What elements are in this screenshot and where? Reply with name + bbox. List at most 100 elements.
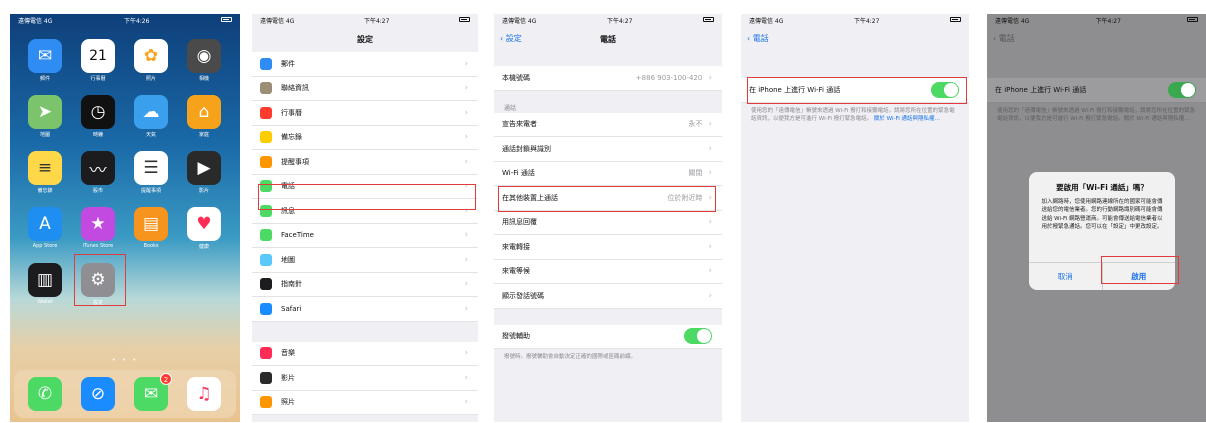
app-icon — [260, 106, 272, 119]
app-calendar[interactable]: 21 — [81, 39, 115, 73]
wifi-calling-toggle-row[interactable]: 在 iPhone 上進行 Wi-Fi 通話 — [987, 78, 1206, 103]
settings-row[interactable]: 地圖 › — [252, 248, 478, 273]
phone-setting-row[interactable]: 顯示發話號碼 › — [494, 284, 722, 309]
carrier-label: 遠傳電信 4G — [502, 18, 537, 25]
privacy-link[interactable]: 關於 Wi-Fi 通話與隱私權… — [874, 116, 940, 122]
row-label: 音樂 — [281, 349, 295, 358]
settings-row[interactable]: 提醒事項 › — [252, 150, 478, 175]
wifi-calling-note: 使用您的「遠傳電信」帳號來透過 Wi-Fi 撥打和接聽電話，請將您所在位置的緊急… — [741, 103, 969, 129]
clock-label: 下午4:27 — [606, 18, 633, 25]
settings-row[interactable]: 聯絡資訊 › — [252, 76, 478, 101]
stocks-icon: 〰 — [89, 160, 107, 181]
chevron-right-icon: › — [708, 143, 712, 154]
chevron-right-icon: › — [464, 83, 468, 94]
app-health[interactable]: ♥ — [187, 207, 221, 241]
dock-music[interactable]: ♫ — [187, 377, 221, 411]
status-bar: 遠傳電信 4G 下午4:27 — [252, 14, 478, 28]
maps-icon: ➤ — [37, 102, 53, 122]
wifi-calling-note: 使用您的「遠傳電信」帳號來透過 Wi-Fi 撥打和接聽電話，請將您所在位置的緊急… — [997, 107, 1196, 123]
home-screen-panel: 遠傳電信 4G 下午4:26 ✉ 郵件 21 行事曆 ✿ 照片 ◉ 相機 ➤ 地圖 ◷ 時鐘 ☁ 天氣 ⌂ 家… — [10, 14, 240, 422]
mail-icon: ✉ — [37, 46, 53, 66]
app-label: 相機 — [198, 76, 209, 82]
my-number-row[interactable]: 本機號碼 +886 903-100-420 › — [494, 66, 722, 91]
settings-row[interactable]: 備忘錄 › — [252, 125, 478, 150]
app-itunes[interactable]: ★ — [81, 207, 115, 241]
phone-setting-row[interactable]: 來電等候 › — [494, 259, 722, 284]
reminders-icon: ☰ — [143, 158, 159, 178]
status-bar: 遠傳電信 4G 下午4:27 — [987, 14, 1206, 28]
app-appstore[interactable]: A — [28, 207, 62, 241]
notes-icon: ≡ — [37, 158, 53, 178]
chevron-right-icon: › — [708, 241, 712, 252]
toggle-highlight-box — [747, 77, 967, 104]
app-maps[interactable]: ➤ — [28, 95, 62, 129]
phone-setting-row[interactable]: 宣告來電者 永不 › — [494, 112, 722, 137]
row-label: 來電轉接 — [502, 242, 530, 251]
page-title: 電話 — [600, 34, 616, 44]
phone-setting-row[interactable]: 通話封鎖與識別 › — [494, 137, 722, 162]
cancel-button[interactable]: 取消 — [1029, 263, 1102, 290]
row-label: 顯示發話號碼 — [502, 291, 544, 300]
app-icon — [260, 155, 272, 168]
chevron-right-icon: › — [708, 168, 712, 179]
phone-setting-row[interactable]: 用訊息回覆 › — [494, 210, 722, 235]
clock-label: 下午4:26 — [123, 18, 150, 25]
settings-row[interactable]: 行事曆 › — [252, 101, 478, 126]
battery-icon — [949, 17, 961, 22]
carrier-label: 遠傳電信 4G — [749, 18, 784, 25]
dock-safari[interactable]: ⊘ — [81, 377, 115, 411]
back-button[interactable]: ‹ 電話 — [993, 33, 1015, 44]
dock: ✆ ⊘ ✉ 2 ♫ — [14, 370, 236, 418]
battery-icon — [458, 17, 470, 22]
dial-assist-label: 撥號輔助 — [502, 332, 530, 341]
calendar-icon: 21 — [89, 48, 107, 64]
app-label: Books — [143, 243, 159, 249]
app-home[interactable]: ⌂ — [187, 95, 221, 129]
app-photos[interactable]: ✿ — [134, 39, 168, 73]
safari-icon: ⊘ — [90, 384, 106, 404]
phone-setting-row[interactable]: 來電轉接 › — [494, 235, 722, 260]
settings-row[interactable]: FaceTime › — [252, 223, 478, 248]
carrier-label: 遠傳電信 4G — [18, 18, 53, 25]
nav-bar: ‹ 電話 — [987, 28, 1206, 50]
my-number-value: +886 903-100-420 — [635, 73, 703, 82]
settings-row[interactable]: 音樂 › — [252, 341, 478, 366]
app-weather[interactable]: ☁ — [134, 95, 168, 129]
app-mail[interactable]: ✉ — [28, 39, 62, 73]
settings-row[interactable]: 影片 › — [252, 366, 478, 391]
wifi-calling-highlight-box — [498, 186, 716, 212]
app-videos[interactable]: ▶ — [187, 151, 221, 185]
my-number-label: 本機號碼 — [502, 73, 530, 82]
row-label: 通話封鎖與識別 — [502, 144, 551, 153]
app-label: 天氣 — [145, 132, 156, 138]
app-notes[interactable]: ≡ — [28, 151, 62, 185]
app-wallet[interactable]: ▥ — [28, 263, 62, 297]
back-button[interactable]: ‹ 設定 — [500, 33, 522, 44]
row-label: 用訊息回覆 — [502, 218, 537, 227]
settings-row[interactable]: Safari › — [252, 297, 478, 322]
wifi-calling-toggle[interactable] — [1168, 81, 1196, 98]
weather-icon: ☁ — [142, 102, 160, 122]
app-stocks[interactable]: 〰 — [81, 151, 115, 185]
section-gap — [494, 308, 722, 325]
settings-row[interactable]: 指南針 › — [252, 272, 478, 297]
dial-assist-row[interactable]: 撥號輔助 — [494, 324, 722, 349]
chevron-right-icon: › — [464, 348, 468, 359]
dial-assist-toggle[interactable] — [684, 328, 712, 345]
app-camera[interactable]: ◉ — [187, 39, 221, 73]
app-label: 提醒事項 — [140, 188, 161, 194]
app-reminders[interactable]: ☰ — [134, 151, 168, 185]
tutorial-strip: 遠傳電信 4G 下午4:26 ✉ 郵件 21 行事曆 ✿ 照片 ◉ 相機 ➤ 地圖 ◷ 時鐘 ☁ 天氣 ⌂ 家… — [0, 0, 1206, 423]
settings-row[interactable]: 照片 › — [252, 390, 478, 415]
app-clock[interactable]: ◷ — [81, 95, 115, 129]
nav-bar: 設定 — [252, 28, 478, 50]
dock-messages[interactable]: ✉ 2 — [134, 373, 172, 411]
dock-phone[interactable]: ✆ — [28, 377, 62, 411]
app-books[interactable]: ▤ — [134, 207, 168, 241]
row-label: 備忘錄 — [281, 133, 302, 142]
phone-setting-row[interactable]: Wi-Fi 通話 關閉 › — [494, 161, 722, 186]
row-label: FaceTime — [281, 231, 314, 240]
nav-bar: ‹ 電話 — [741, 28, 969, 50]
back-button[interactable]: ‹ 電話 — [747, 33, 769, 44]
settings-row[interactable]: 郵件 › — [252, 52, 478, 77]
